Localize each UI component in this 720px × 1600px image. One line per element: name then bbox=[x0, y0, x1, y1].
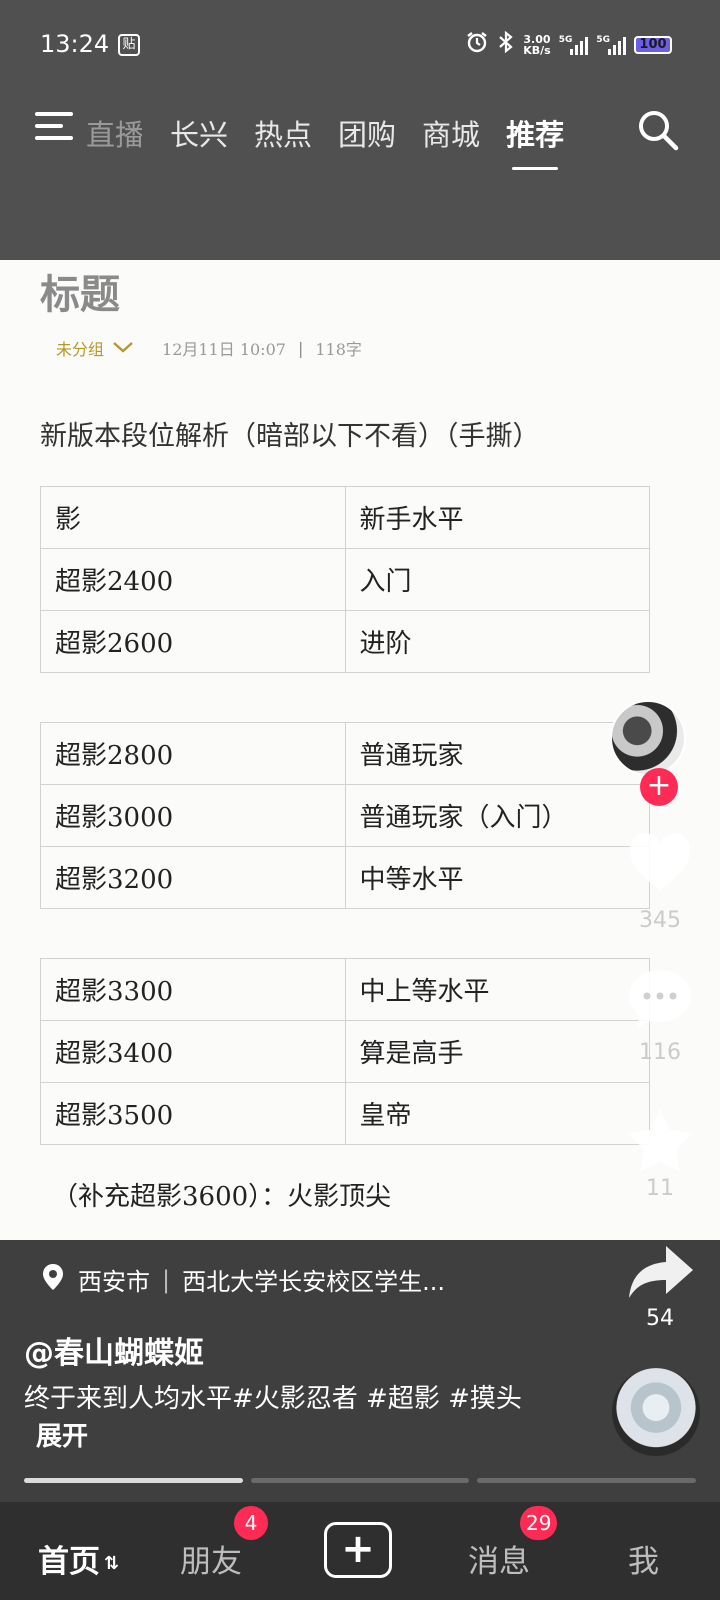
top-tabs: 直播 长兴 热点 团购 商城 推荐 bbox=[86, 108, 590, 170]
location-place: 西北大学长安校区学生... bbox=[182, 1268, 445, 1296]
messages-badge: 29 bbox=[520, 1506, 558, 1540]
note-heading: 新版本段位解析（暗部以下不看）（手撕） bbox=[40, 421, 540, 452]
table-cell: 超影2600 bbox=[40, 610, 346, 673]
table-cell: 算是高手 bbox=[344, 1020, 650, 1083]
table-cell: 中等水平 bbox=[344, 846, 650, 909]
table-cell: 超影3000 bbox=[40, 784, 346, 847]
table-cell: 超影3500 bbox=[40, 1082, 346, 1145]
table-cell: 中上等水平 bbox=[344, 958, 650, 1021]
bluetooth-icon bbox=[497, 30, 515, 60]
search-icon[interactable] bbox=[636, 108, 680, 152]
author-avatar[interactable] bbox=[610, 700, 686, 776]
comment-count: 116 bbox=[639, 1040, 681, 1065]
carousel-progress bbox=[24, 1478, 697, 1483]
table-row: 超影3400 算是高手 bbox=[40, 1020, 650, 1083]
tab-live[interactable]: 直播 bbox=[86, 112, 142, 154]
net-speed-unit: KB/s bbox=[523, 44, 551, 57]
table-cell: 超影3200 bbox=[40, 846, 346, 909]
signal-label: 5G bbox=[558, 35, 573, 45]
create-button[interactable]: + bbox=[324, 1522, 392, 1578]
share-icon[interactable] bbox=[626, 1242, 696, 1302]
note-meta: 未分组 12月11日 10:07 | 118字 bbox=[56, 336, 362, 360]
table-row: 超影3000 普通玩家（入门） bbox=[40, 784, 650, 847]
table-row: 超影3200 中等水平 bbox=[40, 846, 650, 909]
table-row: 超影3300 中上等水平 bbox=[40, 958, 650, 1021]
table-cell: 超影3300 bbox=[40, 958, 346, 1021]
rank-table-1: 影 新手水平 超影2400 入门 超影2600 进阶 bbox=[40, 486, 650, 673]
net-speed: 3.00 KB/s bbox=[523, 34, 550, 56]
share-count: 54 bbox=[646, 1306, 674, 1331]
table-cell: 超影2400 bbox=[40, 548, 346, 611]
table-cell: 入门 bbox=[344, 548, 650, 611]
star-icon[interactable] bbox=[624, 1106, 696, 1178]
progress-segment bbox=[250, 1478, 470, 1483]
refresh-icon: ⇅ bbox=[104, 1553, 120, 1574]
tab-changxing[interactable]: 长兴 bbox=[170, 112, 228, 154]
nav-messages[interactable]: 消息 bbox=[468, 1536, 530, 1581]
table-cell: 超影2800 bbox=[40, 722, 346, 785]
location-pin-icon bbox=[42, 1263, 64, 1297]
follow-button[interactable]: + bbox=[640, 768, 678, 806]
group-label[interactable]: 未分组 bbox=[56, 336, 104, 360]
table-cell: 普通玩家 bbox=[344, 722, 650, 785]
location-divider: | bbox=[162, 1265, 171, 1294]
location-city: 西安市 bbox=[78, 1268, 150, 1296]
table-cell: 皇帝 bbox=[344, 1082, 650, 1145]
table-row: 超影3500 皇帝 bbox=[40, 1082, 650, 1145]
nav-home-label: 首页 bbox=[38, 1544, 100, 1580]
table-row: 超影2600 进阶 bbox=[40, 610, 650, 673]
nav-friends[interactable]: 朋友 bbox=[180, 1536, 242, 1581]
nav-me[interactable]: 我 bbox=[628, 1536, 659, 1581]
table-cell: 普通玩家（入门） bbox=[344, 784, 650, 847]
favorite-count: 11 bbox=[646, 1176, 674, 1201]
video-description: 终于来到人均水平#火影忍者 #超影 #摸头展开 bbox=[24, 1380, 544, 1456]
tab-mall[interactable]: 商城 bbox=[422, 112, 480, 154]
music-disc[interactable] bbox=[612, 1368, 700, 1456]
rank-table-3: 超影3300 中上等水平 超影3400 算是高手 超影3500 皇帝 bbox=[40, 958, 650, 1145]
location-tag[interactable]: 西安市 | 西北大学长安校区学生... bbox=[42, 1262, 445, 1297]
tab-recommend[interactable]: 推荐 bbox=[506, 112, 564, 170]
menu-icon[interactable] bbox=[35, 112, 73, 148]
author-name[interactable]: @春山蝴蝶姬 bbox=[24, 1328, 204, 1372]
description-text: 终于来到人均水平#火影忍者 #超影 #摸头 bbox=[24, 1384, 522, 1414]
signal-icon: 5G bbox=[559, 35, 589, 55]
signal-icon-2: 5G bbox=[596, 35, 626, 55]
expand-button[interactable]: 展开 bbox=[36, 1422, 88, 1452]
friends-badge: 4 bbox=[234, 1506, 268, 1540]
like-count: 345 bbox=[639, 908, 681, 933]
alarm-icon bbox=[465, 30, 489, 60]
battery-icon: 100 bbox=[634, 36, 672, 54]
tab-group-buy[interactable]: 团购 bbox=[338, 112, 396, 154]
top-header: 13:24 贴 3.00 KB/s 5G 5G 100 直播 长兴 热点 团购 … bbox=[0, 0, 720, 260]
signal-label-2: 5G bbox=[596, 35, 610, 45]
table-row: 超影2400 入门 bbox=[40, 548, 650, 611]
note-title: 标题 bbox=[40, 271, 120, 318]
tab-hot[interactable]: 热点 bbox=[254, 112, 312, 154]
nav-home[interactable]: 首页 ⇅ bbox=[38, 1536, 119, 1581]
note-footnote: （补充超影3600）：火影顶尖 bbox=[52, 1182, 392, 1212]
table-cell: 进阶 bbox=[344, 610, 650, 673]
word-count: 118字 bbox=[315, 340, 362, 359]
rank-table-2: 超影2800 普通玩家 超影3000 普通玩家（入门） 超影3200 中等水平 bbox=[40, 722, 650, 909]
status-time: 13:24 bbox=[40, 30, 110, 58]
table-cell: 影 bbox=[40, 486, 346, 549]
table-row: 影 新手水平 bbox=[40, 486, 650, 549]
progress-segment bbox=[477, 1478, 697, 1483]
meta-divider: | bbox=[297, 338, 304, 358]
notification-icon: 贴 bbox=[118, 34, 140, 56]
table-cell: 超影3400 bbox=[40, 1020, 346, 1083]
status-icons: 3.00 KB/s 5G 5G 100 bbox=[465, 30, 672, 60]
table-row: 超影2800 普通玩家 bbox=[40, 722, 650, 785]
comment-icon[interactable] bbox=[624, 966, 696, 1038]
note-datetime: 12月11日 10:07 bbox=[162, 340, 286, 359]
heart-icon[interactable] bbox=[624, 828, 696, 900]
table-cell: 新手水平 bbox=[344, 486, 650, 549]
progress-segment bbox=[24, 1478, 243, 1483]
chevron-down-icon[interactable] bbox=[112, 339, 134, 358]
